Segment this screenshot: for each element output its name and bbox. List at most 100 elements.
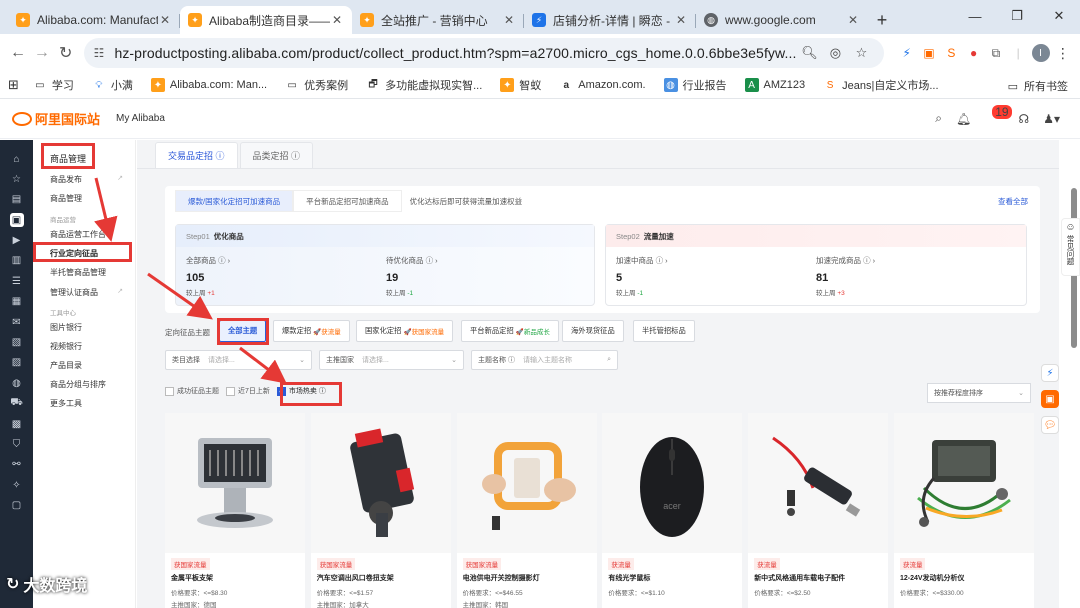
close-icon[interactable]: ✕	[158, 13, 172, 27]
checkbox[interactable]	[226, 386, 235, 396]
bookmark-item[interactable]: ✦ 智蚁	[500, 77, 541, 93]
feedback-icon[interactable]: ⚡	[1041, 364, 1059, 382]
browser-tab[interactable]: ✦ Alibaba.com: Manufact ✕	[8, 6, 180, 34]
user-avatar-icon[interactable]: ♟▾	[1043, 112, 1060, 126]
topic-new[interactable]: 平台新品定招 🚀新品成长	[461, 320, 559, 342]
product-card[interactable]: 获国家流量 金属平板支架 价格要求：<=$8.30 主推国家：德国	[165, 413, 305, 608]
sidebar-item-manage[interactable]: 商品管理	[50, 193, 82, 204]
extensions-puzzle-icon[interactable]: ⧉	[985, 39, 1007, 67]
truck-icon[interactable]: ⛟	[10, 397, 24, 411]
forward-icon[interactable]: →	[30, 38, 54, 68]
pill-hot-national[interactable]: 爆款/国家化定招可加速商品	[175, 190, 294, 212]
close-window-icon[interactable]: ✕	[1038, 0, 1080, 32]
message-icon[interactable]: ✉	[10, 315, 24, 329]
chat-icon[interactable]: 💬︎	[1041, 416, 1059, 434]
back-icon[interactable]: ←	[6, 38, 30, 68]
home-icon[interactable]: ⌂	[10, 152, 24, 166]
bookmark-item[interactable]: ▭ 学习	[33, 77, 74, 93]
sidebar-item-catalog[interactable]: 产品目录	[50, 360, 82, 371]
sidebar-item-publish[interactable]: 商品发布	[50, 174, 82, 185]
product-card[interactable]: acer 获流量 有线光学鼠标 价格要求：<=$1.10	[602, 413, 743, 608]
sidebar-item-semi-managed[interactable]: 半托管商品管理	[50, 267, 106, 278]
url-input[interactable]: ☷ hz-productposting.alibaba.com/product/…	[83, 38, 885, 68]
extension-float-icon[interactable]: ▣	[1041, 390, 1059, 408]
extension-icon[interactable]: ▣	[918, 39, 940, 67]
eye-off-icon[interactable]: ◎	[822, 45, 848, 61]
sidebar-item-certified[interactable]: 管理认证商品	[50, 287, 98, 298]
browser-tab[interactable]: ✦ 全站推广 - 营销中心 ✕	[352, 6, 524, 34]
restore-icon[interactable]: ❐	[996, 0, 1038, 32]
box-icon[interactable]: ▢	[10, 499, 24, 513]
order-icon[interactable]: ▧	[10, 336, 24, 350]
bookmark-item[interactable]: ✦ Alibaba.com: Man...	[150, 78, 267, 92]
shield-icon[interactable]: ⛉	[10, 437, 24, 451]
faq-helper[interactable]: ☺ 常见问题	[1061, 218, 1080, 276]
topic-overseas[interactable]: 海外现货征品	[562, 320, 624, 342]
search-icon[interactable]: ⌕	[607, 356, 611, 364]
menu-icon[interactable]: ⋮	[1052, 39, 1074, 67]
close-icon[interactable]: ✕	[330, 13, 344, 27]
checkbox[interactable]	[165, 386, 174, 396]
apps-icon[interactable]: ⊞	[8, 77, 19, 93]
reload-icon[interactable]: ↻	[54, 38, 78, 68]
extension-icon[interactable]: ⚡	[896, 39, 918, 67]
search-icon[interactable]: ⌕	[935, 111, 942, 126]
chart-icon[interactable]: ▥	[10, 254, 24, 268]
topic-name-search[interactable]: 主题名称 ⓘ 请输入主题名称 ⌕	[471, 350, 618, 370]
my-alibaba-link[interactable]: My Alibaba	[116, 113, 165, 124]
tab-trade-collection[interactable]: 交易品定招 ⓘ	[155, 142, 238, 168]
site-info-icon[interactable]: ☷	[94, 46, 105, 60]
view-all-link[interactable]: 查看全部	[998, 196, 1028, 207]
product-icon[interactable]: ▣	[9, 213, 24, 228]
bookmark-item[interactable]: ▭ 优秀案例	[285, 77, 348, 93]
page-scrollbar[interactable]	[1068, 140, 1080, 608]
metric-pending-products[interactable]: 待优化商品 ⓘ › 19 较上周 -1	[386, 255, 438, 297]
bookmark-item[interactable]: S Jeans|自定义市场...	[823, 77, 939, 93]
alibaba-logo[interactable]: 阿里国际站	[12, 109, 100, 128]
product-card[interactable]: 获国家流量 电池供电开关控制摄影灯 价格要求：<=$46.55 主推国家：韩国	[456, 413, 597, 608]
video-icon[interactable]: ▶	[10, 234, 24, 248]
bell-icon[interactable]: 🔔︎ 19	[956, 104, 1012, 126]
extension-icon[interactable]: S	[940, 39, 962, 67]
product-card[interactable]: 获流量 12-24V发动机分析仪 价格要求：<=$330.00	[893, 413, 1034, 608]
profile-avatar[interactable]: I	[1029, 39, 1051, 67]
doc-icon[interactable]: ▤	[10, 193, 24, 207]
category-select[interactable]: 类目选择 请选择... ⌄	[165, 350, 312, 370]
store-icon[interactable]: ▩	[10, 417, 24, 431]
country-select[interactable]: 主推国家 请选择... ⌄	[319, 350, 464, 370]
extension-icon[interactable]: ●	[963, 39, 985, 67]
tab-category-collection[interactable]: 品类定招 ⓘ	[239, 142, 314, 168]
pill-new-product[interactable]: 平台新品定招可加速商品	[293, 190, 402, 212]
product-card[interactable]: 获国家流量 汽车空调出风口卷扭支架 价格要求：<=$1.57 主推国家：加拿大	[310, 413, 451, 608]
star-icon[interactable]: ☆	[10, 172, 24, 186]
bookmark-star-icon[interactable]: ☆	[848, 45, 874, 61]
zoom-icon[interactable]: 🔍︎	[796, 45, 822, 61]
close-icon[interactable]: ✕	[674, 13, 688, 27]
bookmark-item[interactable]: A AMZ123	[744, 78, 805, 92]
globe-icon[interactable]: ◍	[10, 376, 24, 390]
topic-semi-managed[interactable]: 半托管招标品	[633, 320, 695, 342]
bookmark-item[interactable]: 🗗︎ 多功能虚拟现实智...	[366, 77, 482, 93]
close-icon[interactable]: ✕	[502, 13, 516, 27]
topic-hot[interactable]: 爆款定招 🚀获流量	[273, 320, 350, 342]
sidebar-item-video-bank[interactable]: 视频银行	[50, 341, 82, 352]
close-icon[interactable]: ✕	[846, 13, 860, 27]
metric-accelerated[interactable]: 加速完成商品 ⓘ › 81 较上周 +3	[816, 255, 875, 297]
sparkle-icon[interactable]: ✧	[10, 478, 24, 492]
sidebar-item-workbench[interactable]: 商品运营工作台	[50, 229, 106, 240]
bookmark-item[interactable]: a Amazon.com.	[559, 78, 646, 92]
browser-tab[interactable]: ◍ www.google.com ✕	[696, 6, 868, 34]
metric-accelerating[interactable]: 加速中商品 ⓘ › 5 较上周 -1	[616, 255, 668, 297]
browser-tab[interactable]: ⚡ 店铺分析-详情 | 瞬恋 - ✕	[524, 6, 696, 34]
sidebar-item-grouping[interactable]: 商品分组与排序	[50, 379, 106, 390]
sidebar-item-more-tools[interactable]: 更多工具	[50, 398, 82, 409]
headset-icon[interactable]: ☊	[1019, 112, 1030, 126]
metric-all-products[interactable]: 全部商品 ⓘ › 105 较上周 +1	[186, 255, 230, 297]
clipboard-icon[interactable]: ▨	[10, 356, 24, 370]
all-bookmarks[interactable]: ▭ 所有书签	[1008, 78, 1068, 94]
file-icon[interactable]: ▦	[10, 295, 24, 309]
bookmark-item[interactable]: 💡︎ 小满	[92, 77, 133, 93]
minimize-icon[interactable]: —	[954, 0, 996, 32]
topic-national[interactable]: 国家化定招 🚀获国家流量	[356, 320, 454, 342]
browser-tab-active[interactable]: ✦ Alibaba制造商目录—— ✕	[180, 6, 352, 34]
